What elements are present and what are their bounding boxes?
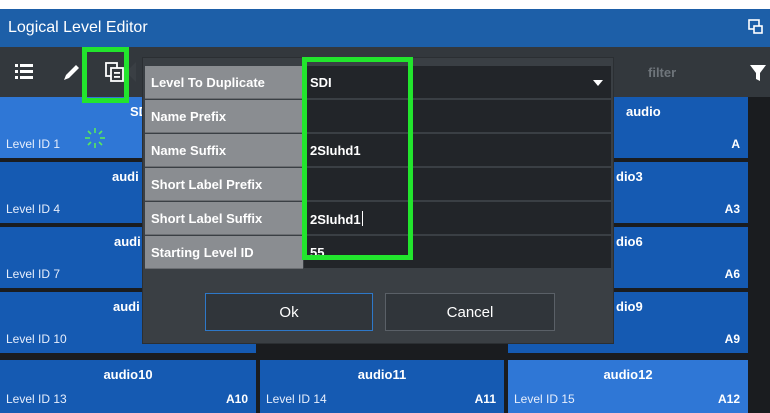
dialog-row: Starting Level ID 55 <box>145 236 611 269</box>
ok-button[interactable]: Ok <box>205 293 373 331</box>
field-label: Level To Duplicate <box>145 66 303 99</box>
dialog-row: Name Suffix 2SIuhd1 <box>145 134 611 167</box>
loading-spinner-icon <box>85 128 105 148</box>
tile-level-id: Level ID 13 <box>6 392 67 406</box>
tile-level-id: Level ID 4 <box>6 202 61 216</box>
tile-level-id: Level ID 14 <box>266 392 327 406</box>
field-label: Name Prefix <box>145 100 303 133</box>
tile-code: A6 <box>724 267 740 281</box>
level-tile[interactable]: audio10 Level ID 13 A10 <box>0 360 256 413</box>
text-caret <box>361 211 363 226</box>
select-value: SDI <box>310 75 332 90</box>
tile-level-id: Level ID 7 <box>6 267 61 281</box>
short-label-suffix-input[interactable]: 2SIuhd1 <box>304 202 611 235</box>
tile-name: dio9 <box>616 299 643 314</box>
filter-icon[interactable] <box>750 64 766 82</box>
tile-name: audio12 <box>603 367 653 382</box>
name-prefix-input[interactable] <box>304 100 611 133</box>
input-value: 2SIuhd1 <box>310 212 361 227</box>
tile-code: A10 <box>225 392 248 406</box>
level-to-duplicate-select[interactable]: SDI <box>304 66 611 99</box>
starting-level-id-input[interactable]: 55 <box>304 236 611 269</box>
duplicate-level-dialog: Level To Duplicate SDI Name Prefix Name … <box>143 58 613 343</box>
filter-input[interactable]: filter <box>620 62 742 84</box>
tile-name: dio6 <box>616 234 643 249</box>
tile-level-id: Level ID 10 <box>6 332 67 346</box>
dialog-pointer <box>126 62 136 82</box>
tile-code: A11 <box>474 392 496 406</box>
tile-code: A9 <box>724 332 740 346</box>
dialog-row: Short Label Suffix 2SIuhd1 <box>145 202 611 235</box>
name-suffix-input[interactable]: 2SIuhd1 <box>304 134 611 167</box>
title-bar: Logical Level Editor <box>0 9 770 47</box>
dialog-row: Level To Duplicate SDI <box>145 66 611 99</box>
duplicate-icon[interactable] <box>105 62 125 82</box>
tile-code: A12 <box>717 392 740 406</box>
tile-name: audio11 <box>357 367 407 382</box>
short-label-prefix-input[interactable] <box>304 168 611 201</box>
tile-name: audio <box>626 104 661 119</box>
field-label: Starting Level ID <box>145 236 303 269</box>
tile-code: A3 <box>724 202 740 216</box>
level-tile[interactable]: audio12 Level ID 15 A12 <box>508 360 748 413</box>
tile-code: A <box>731 137 740 151</box>
tile-level-id: Level ID 1 <box>6 137 61 151</box>
restore-window-icon[interactable] <box>748 19 764 35</box>
field-label: Name Suffix <box>145 134 303 167</box>
tile-name: audio10 <box>103 367 153 382</box>
dialog-row: Name Prefix <box>145 100 611 133</box>
tile-name: dio3 <box>616 169 643 184</box>
cancel-button[interactable]: Cancel <box>385 293 555 331</box>
dialog-row: Short Label Prefix <box>145 168 611 201</box>
edit-icon[interactable] <box>62 62 82 82</box>
field-label: Short Label Prefix <box>145 168 303 201</box>
window-title: Logical Level Editor <box>8 19 148 36</box>
level-tile[interactable]: audio11 Level ID 14 A11 <box>260 360 504 413</box>
field-label: Short Label Suffix <box>145 202 303 235</box>
list-icon[interactable] <box>14 62 34 82</box>
tile-level-id: Level ID 15 <box>514 392 575 406</box>
chevron-down-icon[interactable] <box>593 80 603 86</box>
